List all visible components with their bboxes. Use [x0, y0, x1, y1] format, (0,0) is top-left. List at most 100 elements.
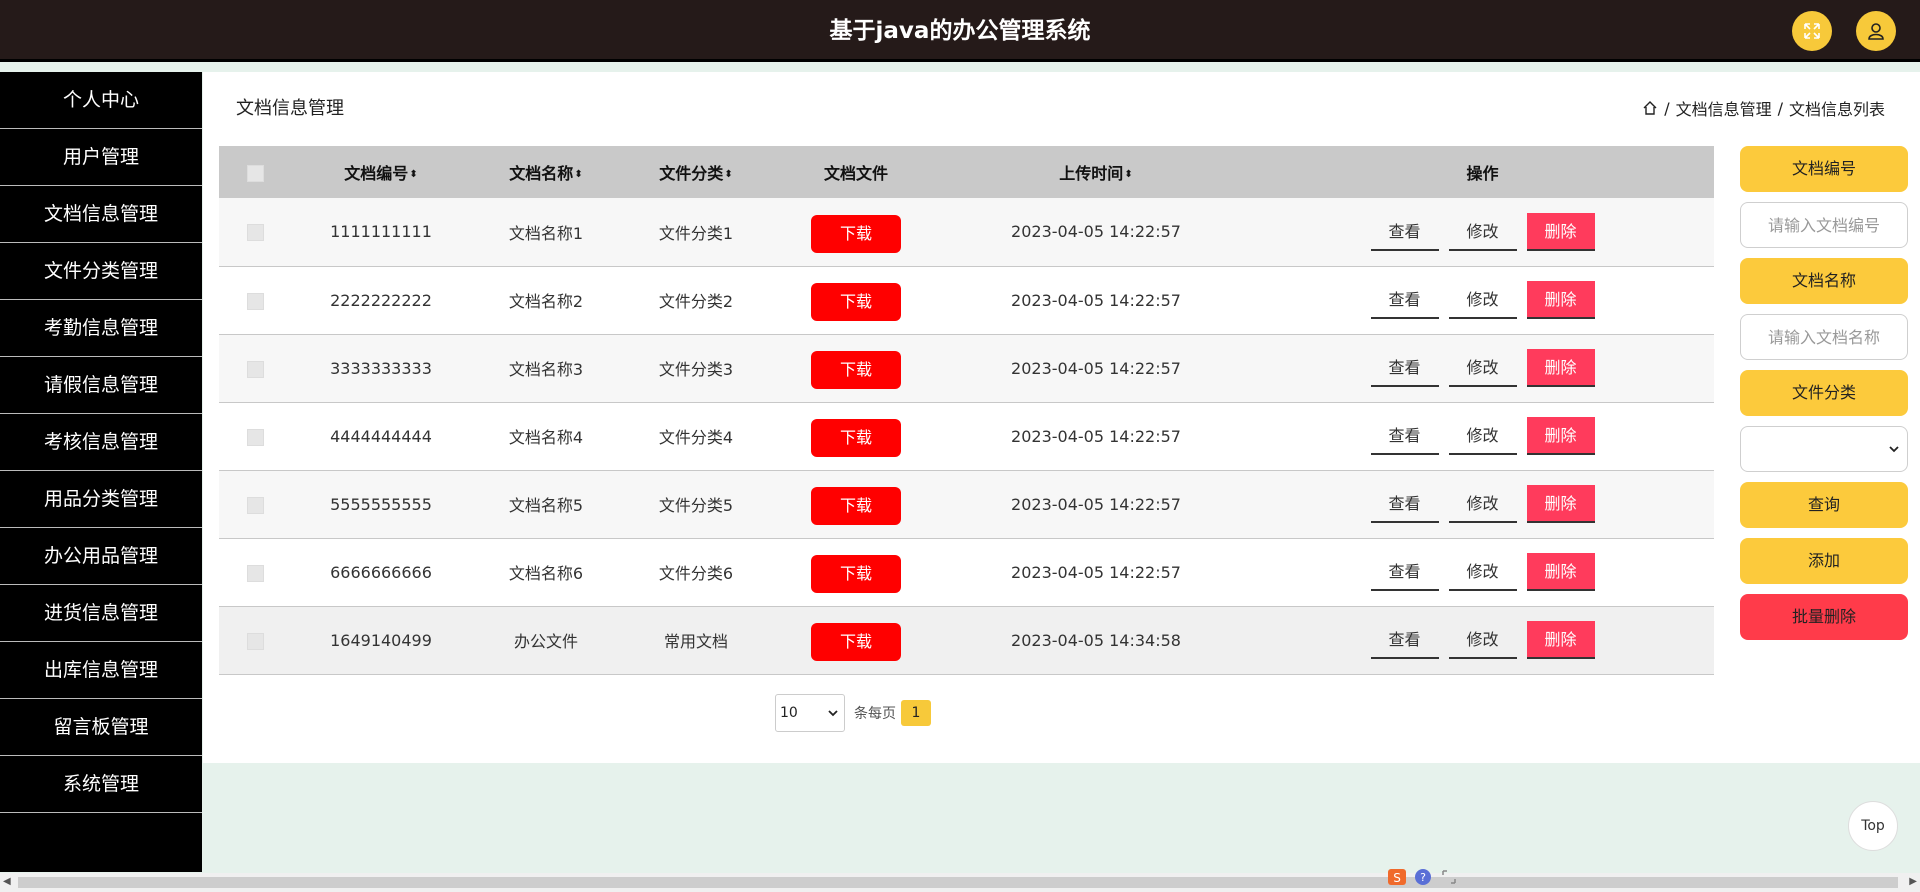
- page-title: 文档信息管理: [236, 98, 344, 119]
- cell-file-category: 常用文档: [663, 632, 728, 651]
- edit-button[interactable]: 修改: [1448, 213, 1517, 251]
- add-button[interactable]: 添加: [1740, 538, 1908, 584]
- edit-button[interactable]: 修改: [1448, 281, 1517, 319]
- sidebar-item-profile[interactable]: 个人中心: [0, 72, 202, 129]
- cell-doc-name: 文档名称2: [508, 292, 584, 311]
- edit-button[interactable]: 修改: [1448, 621, 1517, 659]
- row-checkbox[interactable]: [246, 496, 264, 514]
- sidebar-item-assessment[interactable]: 考核信息管理: [0, 414, 202, 471]
- download-button[interactable]: 下载: [811, 283, 901, 321]
- page-number-current[interactable]: 1: [901, 700, 931, 726]
- sidebar-item-message-board[interactable]: 留言板管理: [0, 699, 202, 756]
- file-category-select[interactable]: [1740, 426, 1908, 472]
- row-checkbox[interactable]: [246, 224, 264, 242]
- expand-icon[interactable]: [1438, 866, 1460, 888]
- help-icon[interactable]: ?: [1412, 866, 1434, 888]
- delete-button[interactable]: 删除: [1526, 417, 1595, 455]
- delete-button[interactable]: 删除: [1526, 485, 1595, 523]
- column-header-actions: 操作: [1466, 164, 1499, 183]
- s-logo-icon[interactable]: S: [1386, 866, 1408, 888]
- sidebar-item-leave[interactable]: 请假信息管理: [0, 357, 202, 414]
- doc-code-input[interactable]: [1740, 202, 1908, 248]
- download-button[interactable]: 下载: [811, 623, 901, 661]
- breadcrumb: / 文档信息管理 / 文档信息列表: [1642, 96, 1885, 120]
- sidebar-item-purchases[interactable]: 进货信息管理: [0, 585, 202, 642]
- view-button[interactable]: 查看: [1370, 281, 1439, 319]
- column-header-code[interactable]: 文档编号⬍: [291, 146, 471, 198]
- pagination: 10 条每页 1: [775, 694, 931, 732]
- sidebar-item-office-supplies[interactable]: 办公用品管理: [0, 528, 202, 585]
- edit-button[interactable]: 修改: [1448, 349, 1517, 387]
- doc-name-input[interactable]: [1740, 314, 1908, 360]
- fullscreen-button[interactable]: [1792, 11, 1832, 51]
- per-page-label: 条每页: [854, 706, 896, 722]
- cell-upload-time: 2023-04-05 14:22:57: [1011, 222, 1181, 242]
- table-row: 1649140499 办公文件 常用文档 下载 2023-04-05 14:34:58 查…: [219, 606, 1714, 674]
- download-button[interactable]: 下载: [811, 351, 901, 389]
- page-size-select[interactable]: 10: [775, 694, 845, 732]
- sort-icon[interactable]: ⬍: [1124, 169, 1132, 180]
- view-button[interactable]: 查看: [1370, 213, 1439, 251]
- delete-button[interactable]: 删除: [1526, 553, 1595, 591]
- sidebar-item-attendance[interactable]: 考勤信息管理: [0, 300, 202, 357]
- cell-upload-time: 2023-04-05 14:22:57: [1011, 358, 1181, 378]
- view-button[interactable]: 查看: [1370, 553, 1439, 591]
- main-panel: 文档信息管理 / 文档信息管理 / 文档信息列表 文档编号⬍ 文档名称⬍ 文件分…: [203, 72, 1920, 763]
- sidebar-item-supply-categories[interactable]: 用品分类管理: [0, 471, 202, 528]
- row-checkbox[interactable]: [246, 564, 264, 582]
- system-tray: S ?: [1386, 866, 1460, 888]
- sort-icon[interactable]: ⬍: [724, 169, 732, 180]
- app-title: 基于java的办公管理系统: [829, 18, 1091, 44]
- download-button[interactable]: 下载: [811, 419, 901, 457]
- home-icon[interactable]: [1642, 100, 1658, 116]
- cell-doc-code: 1649140499: [330, 630, 432, 650]
- cell-doc-name: 文档名称5: [508, 496, 584, 515]
- sidebar-item-file-categories[interactable]: 文件分类管理: [0, 243, 202, 300]
- doc-code-label: 文档编号: [1740, 146, 1908, 192]
- delete-button[interactable]: 删除: [1526, 281, 1595, 319]
- column-header-time[interactable]: 上传时间⬍: [941, 146, 1251, 198]
- column-header-category[interactable]: 文件分类⬍: [621, 146, 771, 198]
- svg-text:S: S: [1393, 871, 1401, 885]
- breadcrumb-item[interactable]: 文档信息管理: [1676, 96, 1772, 120]
- sort-icon[interactable]: ⬍: [574, 169, 582, 180]
- select-all-checkbox[interactable]: [246, 164, 264, 182]
- batch-delete-button[interactable]: 批量删除: [1740, 594, 1908, 640]
- cell-upload-time: 2023-04-05 14:22:57: [1011, 494, 1181, 514]
- download-button[interactable]: 下载: [811, 555, 901, 593]
- view-button[interactable]: 查看: [1370, 485, 1439, 523]
- cell-file-category: 文件分类2: [658, 292, 734, 311]
- query-button[interactable]: 查询: [1740, 482, 1908, 528]
- delete-button[interactable]: 删除: [1526, 621, 1595, 659]
- sidebar-item-users[interactable]: 用户管理: [0, 129, 202, 186]
- edit-button[interactable]: 修改: [1448, 553, 1517, 591]
- document-table: 文档编号⬍ 文档名称⬍ 文件分类⬍ 文档文件 上传时间⬍ 操作 11111111…: [219, 146, 1714, 675]
- row-checkbox[interactable]: [246, 292, 264, 310]
- row-checkbox[interactable]: [246, 360, 264, 378]
- sidebar: 个人中心 用户管理 文档信息管理 文件分类管理 考勤信息管理 请假信息管理 考核…: [0, 72, 202, 872]
- sidebar-item-system[interactable]: 系统管理: [0, 756, 202, 813]
- column-header-file: 文档文件: [823, 164, 888, 183]
- edit-button[interactable]: 修改: [1448, 485, 1517, 523]
- horizontal-scrollbar[interactable]: ◀ ▶: [0, 873, 1920, 892]
- row-checkbox[interactable]: [246, 428, 264, 446]
- edit-button[interactable]: 修改: [1448, 417, 1517, 455]
- view-button[interactable]: 查看: [1370, 417, 1439, 455]
- delete-button[interactable]: 删除: [1526, 212, 1595, 251]
- scrollbar-thumb[interactable]: [18, 877, 1898, 888]
- scroll-left-icon[interactable]: ◀: [3, 876, 11, 887]
- row-checkbox[interactable]: [246, 632, 264, 650]
- view-button[interactable]: 查看: [1370, 349, 1439, 387]
- cell-doc-code: 3333333333: [330, 358, 432, 378]
- sidebar-item-outbound[interactable]: 出库信息管理: [0, 642, 202, 699]
- sidebar-item-documents[interactable]: 文档信息管理: [0, 186, 202, 243]
- view-button[interactable]: 查看: [1370, 621, 1439, 659]
- scroll-right-icon[interactable]: ▶: [1909, 876, 1917, 887]
- download-button[interactable]: 下载: [811, 214, 901, 253]
- delete-button[interactable]: 删除: [1526, 349, 1595, 387]
- column-header-name[interactable]: 文档名称⬍: [471, 146, 621, 198]
- download-button[interactable]: 下载: [811, 487, 901, 525]
- user-button[interactable]: [1856, 11, 1896, 51]
- back-to-top-button[interactable]: Top: [1848, 801, 1898, 851]
- sort-icon[interactable]: ⬍: [409, 169, 417, 180]
